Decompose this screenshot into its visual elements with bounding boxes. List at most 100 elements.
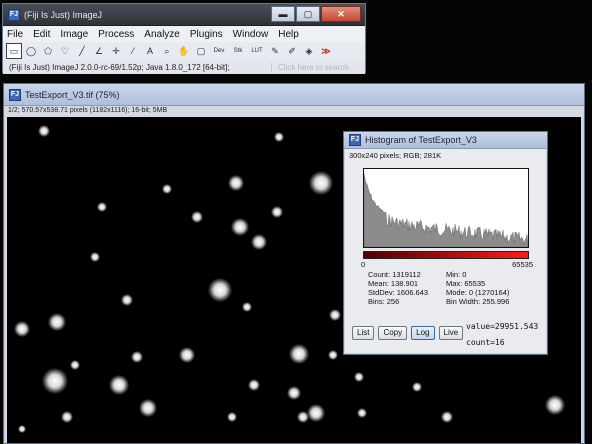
image-titlebar[interactable]: FJ TestExport_V3.tif (75%) — [4, 84, 584, 106]
fluorescent-spot — [354, 372, 364, 382]
stats-row: Count: 1319112 Min: 0 — [368, 270, 543, 279]
histogram-plot[interactable] — [363, 168, 529, 248]
lut-color-bar — [363, 251, 529, 259]
list-button[interactable]: List — [352, 326, 375, 340]
fluorescent-spot — [208, 278, 232, 302]
pencil-tool-icon[interactable]: ✎ — [267, 43, 283, 59]
menu-file[interactable]: File — [7, 29, 23, 40]
imagej-window-title: (Fiji Is Just) ImageJ — [24, 9, 103, 20]
menu-window[interactable]: Window — [233, 29, 269, 40]
freehand-tool-icon[interactable]: ♡ — [57, 43, 73, 59]
stat-value: Count: 1319112 — [368, 270, 421, 279]
fluorescent-spot — [251, 234, 267, 250]
fluorescent-spot — [287, 386, 301, 400]
imagej-status-text: (Fiji Is Just) ImageJ 2.0.0-rc-69/1.52p;… — [9, 62, 230, 72]
stat-value: Mean: 138.901 — [368, 279, 419, 288]
stats-row: StdDev: 1606.643 Mode: 0 (1270164) — [368, 288, 543, 297]
lut-tool-icon[interactable]: LUT — [248, 43, 266, 59]
tool-bar: ▭ ◯ ⬠ ♡ ╱ ∠ ✛ ⁄ A ⌕ ✋ ▢ Dev Stk LUT ✎ ✐ ◈ ≫ — [3, 42, 365, 60]
image-info-line: 1/2; 570.57x538.71 pixels (1182x1116); 1… — [4, 106, 584, 116]
log-button[interactable]: Log — [411, 326, 435, 340]
imagej-status-row: (Fiji Is Just) ImageJ 2.0.0-rc-69/1.52p;… — [3, 60, 365, 74]
menu-plugins[interactable]: Plugins — [190, 29, 223, 40]
desktop: FJ (Fiji Is Just) ImageJ ▬ ▢ ✕ File Edit I… — [0, 0, 592, 444]
fluorescent-spot — [227, 412, 237, 422]
copy-button[interactable]: Copy — [378, 326, 408, 340]
line-tool-icon[interactable]: ╱ — [74, 43, 90, 59]
point-tool-icon[interactable]: ✛ — [108, 43, 124, 59]
fluorescent-spot — [131, 351, 143, 363]
fiji-app-icon: FJ — [8, 8, 20, 21]
fluorescent-spot — [18, 425, 26, 433]
fluorescent-spot — [329, 309, 341, 321]
fluorescent-spot — [289, 344, 309, 364]
stats-row: Mean: 138.901 Max: 65535 — [368, 279, 543, 288]
fluorescent-spot — [109, 375, 129, 395]
fluorescent-spot — [248, 379, 260, 391]
fluorescent-spot — [297, 411, 309, 423]
fluorescent-spot — [42, 368, 68, 394]
fluorescent-spot — [191, 211, 203, 223]
stat-value: Min: 0 — [446, 270, 467, 279]
histogram-window: FJ Histogram of TestExport_V3 300x240 pi… — [343, 131, 548, 355]
fluorescent-spot — [121, 294, 133, 306]
stat-value: Max: 65535 — [446, 279, 486, 288]
fluorescent-spot — [179, 347, 195, 363]
dev-tool-icon[interactable]: Dev — [210, 43, 228, 59]
imagej-main-window: FJ (Fiji Is Just) ImageJ ▬ ▢ ✕ File Edit I… — [2, 3, 366, 74]
fluorescent-spot — [162, 184, 172, 194]
search-field[interactable]: Click here to search — [271, 62, 359, 72]
more-tools-icon[interactable]: ≫ — [318, 43, 334, 59]
stat-value: Bin Width: 255.996 — [446, 297, 510, 306]
histogram-curve — [364, 172, 528, 247]
axis-max-label: 65535 — [512, 260, 533, 269]
count-readout: count=16 — [466, 338, 505, 347]
text-tool-icon[interactable]: A — [142, 43, 158, 59]
histogram-buttons: List Copy Log Live — [352, 326, 464, 340]
imagej-titlebar[interactable]: FJ (Fiji Is Just) ImageJ ▬ ▢ ✕ — [3, 4, 365, 26]
menu-analyze[interactable]: Analyze — [144, 29, 180, 40]
fiji-app-icon: FJ — [349, 134, 361, 146]
scroll-tool-icon[interactable]: ✋ — [176, 43, 192, 59]
fluorescent-spot — [274, 132, 284, 142]
rectangle-tool-icon[interactable]: ▭ — [6, 43, 22, 59]
angle-tool-icon[interactable]: ∠ — [91, 43, 107, 59]
fluorescent-spot — [38, 125, 50, 137]
histogram-statistics: Count: 1319112 Min: 0 Mean: 138.901 Max: 65… — [368, 270, 543, 306]
stat-value: StdDev: 1606.643 — [368, 288, 429, 297]
menu-edit[interactable]: Edit — [33, 29, 50, 40]
fluorescent-spot — [231, 218, 249, 236]
menu-process[interactable]: Process — [98, 29, 134, 40]
stat-value: Bins: 256 — [368, 297, 400, 306]
maximize-button[interactable]: ▢ — [296, 6, 320, 22]
histogram-window-title: Histogram of TestExport_V3 — [365, 135, 477, 145]
oval-tool-icon[interactable]: ◯ — [23, 43, 39, 59]
live-button[interactable]: Live — [438, 326, 464, 340]
fluorescent-spot — [309, 171, 333, 195]
fluorescent-spot — [48, 313, 66, 331]
fluorescent-spot — [61, 411, 73, 423]
fluorescent-spot — [139, 399, 157, 417]
minimize-button[interactable]: ▬ — [271, 6, 295, 22]
close-button[interactable]: ✕ — [321, 6, 361, 22]
fluorescent-spot — [70, 360, 80, 370]
fluorescent-spot — [441, 411, 453, 423]
fluorescent-spot — [412, 382, 422, 392]
wand-tool-icon[interactable]: ⁄ — [125, 43, 141, 59]
menu-help[interactable]: Help — [278, 29, 299, 40]
stats-row: Bins: 256 Bin Width: 255.996 — [368, 297, 543, 306]
histogram-titlebar[interactable]: FJ Histogram of TestExport_V3 — [344, 132, 547, 149]
fluorescent-spot — [271, 206, 283, 218]
axis-min-label: 0 — [361, 260, 366, 269]
brush-tool-icon[interactable]: ✐ — [284, 43, 300, 59]
fluorescent-spot — [545, 395, 565, 415]
color-picker-tool-icon[interactable]: ▢ — [193, 43, 209, 59]
fiji-app-icon: FJ — [9, 88, 21, 101]
fluorescent-spot — [357, 408, 367, 418]
fluorescent-spot — [14, 321, 30, 337]
magnifier-tool-icon[interactable]: ⌕ — [159, 43, 175, 59]
flood-fill-tool-icon[interactable]: ◈ — [301, 43, 317, 59]
stack-tool-icon[interactable]: Stk — [229, 43, 247, 59]
polygon-tool-icon[interactable]: ⬠ — [40, 43, 56, 59]
menu-image[interactable]: Image — [60, 29, 88, 40]
